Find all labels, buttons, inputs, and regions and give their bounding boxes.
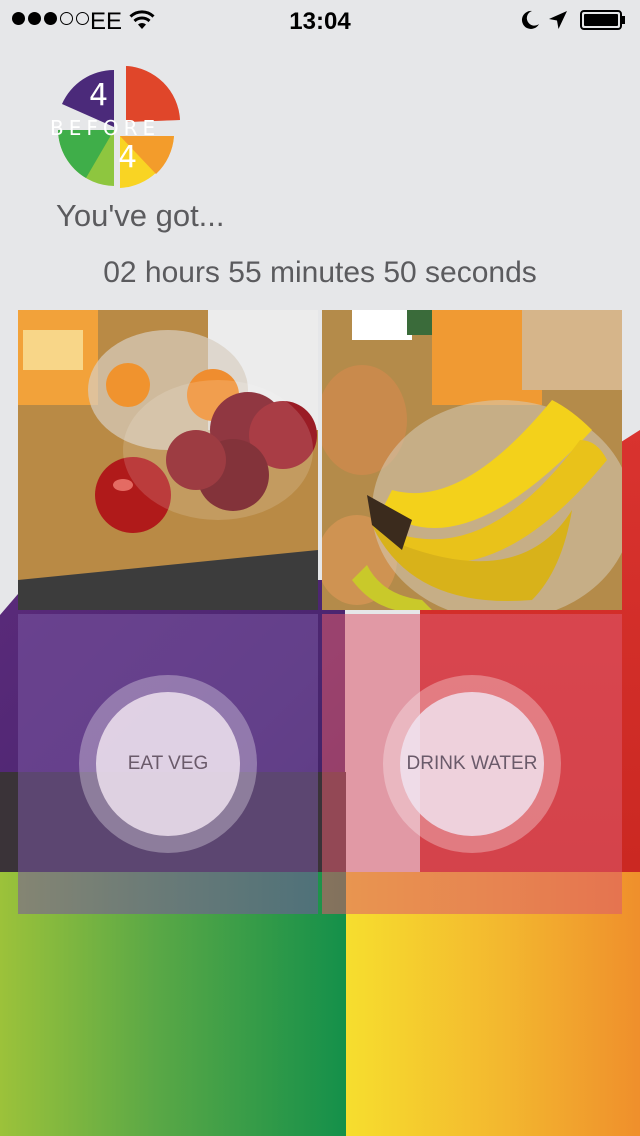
- bananas-photo: [322, 310, 622, 610]
- logo-number-bottom: 4: [118, 140, 138, 175]
- status-bar: EE 13:04: [0, 0, 640, 40]
- drink-water-tile: DRINK WATER: [322, 614, 622, 914]
- prompt-text: You've got...: [56, 198, 225, 233]
- clock: 13:04: [289, 8, 351, 35]
- moon-icon: [521, 10, 539, 29]
- logo-word: BEFORE: [50, 116, 161, 140]
- countdown-timer: 02 hours 55 minutes 50 seconds: [103, 256, 537, 289]
- apples-photo: [18, 310, 318, 610]
- drink-water-ring: DRINK WATER: [383, 675, 561, 853]
- location-arrow-icon: [549, 11, 567, 29]
- eat-veg-tile: EAT VEG: [18, 614, 318, 914]
- logo-number-top: 4: [89, 78, 109, 113]
- eat-veg-ring: EAT VEG: [79, 675, 257, 853]
- drink-water-button[interactable]: DRINK WATER: [400, 692, 544, 836]
- battery-icon: [580, 10, 625, 30]
- eat-veg-button[interactable]: EAT VEG: [96, 692, 240, 836]
